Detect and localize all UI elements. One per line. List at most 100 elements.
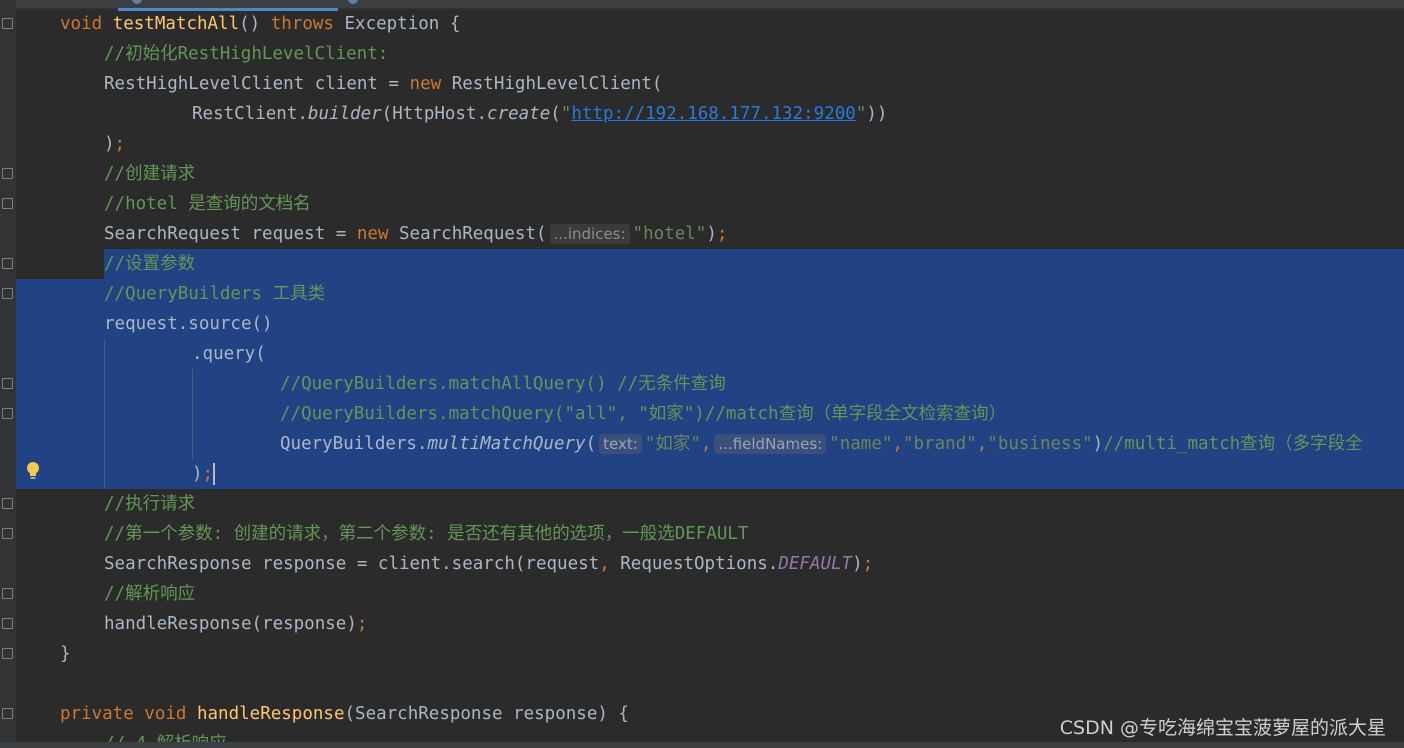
code-text: SearchRequest request =	[104, 224, 357, 244]
fold-marker-icon[interactable]	[2, 648, 13, 659]
code-text: ()	[239, 14, 271, 34]
code-line[interactable]: request.source()	[16, 309, 1404, 339]
comma: ,	[976, 434, 988, 454]
code-text: SearchResponse response = client.search(…	[104, 554, 600, 574]
code-line[interactable]: QueryBuilders.multiMatchQuery(text: "如家",…	[16, 429, 1404, 459]
method-name: handleResponse	[196, 704, 345, 724]
code-text: (	[585, 434, 597, 454]
code-text: ))	[866, 104, 888, 124]
code-line[interactable]: //设置参数	[16, 249, 1404, 279]
editor-tab-strip	[0, 0, 1404, 11]
comment: //第一个参数: 创建的请求，第二个参数: 是否还有其他的选项，一般选DEFAU…	[104, 524, 749, 544]
semicolon: ;	[716, 224, 728, 244]
code-text: Exception {	[333, 14, 461, 34]
fold-marker-icon[interactable]	[2, 258, 13, 269]
fold-marker-icon[interactable]	[2, 618, 13, 629]
code-line[interactable]: //QueryBuilders.matchQuery("all", "如家")/…	[16, 399, 1404, 429]
code-text: RestClient.	[192, 104, 308, 124]
file-icon	[348, 0, 358, 4]
constant: DEFAULT	[778, 554, 853, 574]
code-text: }	[60, 644, 71, 664]
keyword: void	[60, 14, 103, 34]
indent-guide	[192, 369, 193, 459]
method-name: testMatchAll	[112, 14, 240, 34]
code-text: RequestOptions.	[609, 554, 779, 574]
method-call: multiMatchQuery	[427, 434, 586, 454]
editor-gutter	[0, 0, 16, 748]
code-text: SearchRequest(	[388, 224, 547, 244]
code-line[interactable]: }	[16, 639, 1404, 669]
code-text: RestHighLevelClient(	[441, 74, 663, 94]
fold-marker-icon[interactable]	[2, 378, 13, 389]
code-line[interactable]: //QueryBuilders 工具类	[16, 279, 1404, 309]
code-text: (	[550, 104, 561, 124]
semicolon: ;	[114, 134, 126, 154]
fold-marker-icon[interactable]	[2, 528, 13, 539]
tab-inactive[interactable]	[342, 0, 562, 8]
semicolon: ;	[862, 554, 874, 574]
keyword: new	[409, 74, 442, 94]
fold-marker-icon[interactable]	[2, 498, 13, 509]
code-text: )	[1092, 434, 1104, 454]
code-line[interactable]: );	[16, 459, 1404, 489]
code-text: QueryBuilders.	[280, 434, 428, 454]
fold-marker-icon[interactable]	[2, 408, 13, 419]
parameter-hint: ...indices:	[549, 224, 630, 244]
code-line[interactable]: //QueryBuilders.matchAllQuery() //无条件查询	[16, 369, 1404, 399]
code-line[interactable]: RestHighLevelClient client = new RestHig…	[16, 69, 1404, 99]
comment: //QueryBuilders.matchQuery("all", "如家")/…	[280, 404, 1007, 424]
comment: //创建请求	[104, 164, 196, 184]
comma: ,	[599, 554, 610, 574]
code-line[interactable]: //创建请求	[16, 159, 1404, 189]
code-line[interactable]: handleResponse(response);	[16, 609, 1404, 639]
code-line[interactable]: SearchRequest request = new SearchReques…	[16, 219, 1404, 249]
parameter-hint: text:	[599, 434, 642, 454]
code-line[interactable]: //hotel 是查询的文档名	[16, 189, 1404, 219]
code-line[interactable]: .query(	[16, 339, 1404, 369]
code-text: request.source()	[104, 314, 273, 334]
code-line[interactable]: SearchResponse response = client.search(…	[16, 549, 1404, 579]
comment: //hotel 是查询的文档名	[104, 194, 311, 214]
code-line[interactable]: RestClient.builder(HttpHost.create("http…	[16, 99, 1404, 129]
code-text: handleResponse(response)	[104, 614, 357, 634]
code-text: )	[192, 464, 203, 484]
comma: ,	[700, 434, 712, 454]
code-line[interactable]: );	[16, 129, 1404, 159]
fold-marker-icon[interactable]	[2, 18, 13, 29]
code-line[interactable]: //初始化RestHighLevelClient:	[16, 39, 1404, 69]
keyword: private	[60, 704, 134, 724]
comment: //解析响应	[104, 584, 196, 604]
code-text: RestHighLevelClient client =	[104, 74, 410, 94]
fold-marker-icon[interactable]	[2, 288, 13, 299]
lightbulb-icon[interactable]	[26, 461, 40, 481]
string-literal: "hotel"	[632, 224, 707, 244]
comment: //设置参数	[104, 254, 196, 274]
url-link[interactable]: http://192.168.177.132:9200	[571, 104, 855, 124]
comment: //multi_match查询（多字段全	[1103, 434, 1363, 454]
code-editor[interactable]: void testMatchAll() throws Exception { /…	[0, 0, 1404, 748]
code-text: .query(	[192, 344, 266, 364]
code-line[interactable]: void testMatchAll() throws Exception {	[16, 9, 1404, 39]
fold-marker-icon[interactable]	[2, 168, 13, 179]
comment: //初始化RestHighLevelClient:	[104, 44, 389, 64]
code-line[interactable]: //执行请求	[16, 489, 1404, 519]
fold-marker-icon[interactable]	[2, 708, 13, 719]
string-literal: "name"	[829, 434, 893, 454]
method-call: create	[487, 104, 551, 124]
code-text: (SearchResponse response) {	[344, 704, 629, 724]
code-text: )	[852, 554, 863, 574]
file-icon	[132, 0, 142, 4]
code-text: )	[104, 134, 115, 154]
code-text: )	[706, 224, 717, 244]
code-line[interactable]: //第一个参数: 创建的请求，第二个参数: 是否还有其他的选项，一般选DEFAU…	[16, 519, 1404, 549]
fold-marker-icon[interactable]	[2, 588, 13, 599]
bottom-edge	[0, 742, 1404, 748]
string-literal: "business"	[987, 434, 1093, 454]
keyword: void	[133, 704, 197, 724]
fold-marker-icon[interactable]	[2, 198, 13, 209]
code-line[interactable]: //解析响应	[16, 579, 1404, 609]
method-call: builder	[307, 104, 382, 124]
watermark: CSDN @专吃海绵宝宝菠萝屋的派大星	[1059, 717, 1386, 739]
semicolon: ;	[356, 614, 368, 634]
selection-highlight	[104, 249, 1404, 279]
